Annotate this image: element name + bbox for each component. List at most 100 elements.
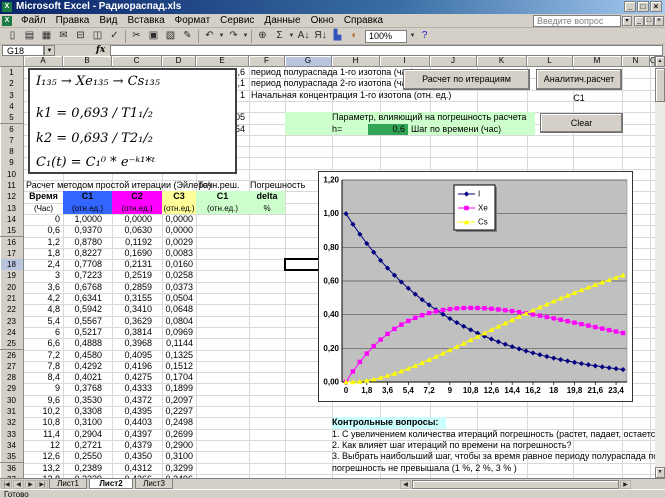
table-cell[interactable]: 0,0504 bbox=[162, 293, 196, 304]
table-cell[interactable]: 0,2699 bbox=[162, 429, 196, 440]
scroll-up-icon[interactable]: ▲ bbox=[655, 56, 665, 67]
table-cell[interactable]: 0,0258 bbox=[162, 270, 196, 281]
hscroll-right-icon[interactable]: ▶ bbox=[620, 480, 631, 489]
table-cell[interactable]: 0,4266 bbox=[112, 474, 162, 478]
last-sheet-icon[interactable]: ▶| bbox=[37, 480, 48, 489]
column-header-F[interactable]: F bbox=[249, 56, 285, 67]
table-cell[interactable]: 6,6 bbox=[24, 338, 63, 349]
menu-item-6[interactable]: Сервис bbox=[215, 14, 259, 27]
param-desc[interactable]: период полураспада 1-го изотопа (час) bbox=[251, 67, 414, 78]
table-col-unit-6[interactable]: % bbox=[249, 203, 285, 214]
table-cell[interactable]: 0,2519 bbox=[112, 270, 162, 281]
sheet-tab-Лист1[interactable]: Лист1 bbox=[49, 479, 87, 489]
table-cell[interactable]: 0 bbox=[24, 214, 63, 225]
save-icon[interactable]: ▦ bbox=[38, 29, 55, 44]
table-cell[interactable]: 0,1144 bbox=[162, 338, 196, 349]
table-cell[interactable]: 3 bbox=[24, 270, 63, 281]
chart-wizard-icon[interactable]: ▙ bbox=[329, 29, 346, 44]
scroll-down-icon[interactable]: ▼ bbox=[655, 467, 665, 478]
column-header-A[interactable]: A bbox=[24, 56, 63, 67]
table-cell[interactable]: 5,4 bbox=[24, 316, 63, 327]
table-cell[interactable]: 0,0083 bbox=[162, 248, 196, 259]
table-cell[interactable]: 0,2859 bbox=[112, 282, 162, 293]
column-header-C[interactable]: C bbox=[112, 56, 162, 67]
menu-item-2[interactable]: Правка bbox=[51, 14, 95, 27]
table-cell[interactable]: 0,3496 bbox=[162, 474, 196, 478]
table-cell[interactable]: 0,1704 bbox=[162, 372, 196, 383]
table-cell[interactable]: 0,4372 bbox=[112, 395, 162, 406]
table-cell[interactable]: 0,6768 bbox=[63, 282, 112, 293]
redo-icon-dropdown[interactable]: ▼ bbox=[242, 33, 249, 39]
minimize-button[interactable]: _ bbox=[624, 1, 636, 12]
copy-icon[interactable]: ▣ bbox=[145, 29, 162, 44]
horizontal-scroll-thumb[interactable] bbox=[412, 480, 619, 489]
table-cell[interactable]: 0,4395 bbox=[112, 406, 162, 417]
column-header-K[interactable]: K bbox=[477, 56, 527, 67]
column-header-B[interactable]: B bbox=[63, 56, 112, 67]
table-cell[interactable]: 0,4312 bbox=[112, 463, 162, 474]
table-cell[interactable]: 4,8 bbox=[24, 304, 63, 315]
table-cell[interactable]: 10,8 bbox=[24, 417, 63, 428]
window-minimize-button[interactable]: _ bbox=[634, 16, 644, 26]
table-cell[interactable]: 0,3968 bbox=[112, 338, 162, 349]
table-cell[interactable]: 0,4403 bbox=[112, 417, 162, 428]
hyperlink-icon[interactable]: ⊕ bbox=[254, 29, 271, 44]
table-cell[interactable]: 0,2721 bbox=[63, 440, 112, 451]
close-button[interactable]: × bbox=[650, 1, 662, 12]
table-cell[interactable]: 0,3299 bbox=[162, 463, 196, 474]
table-cell[interactable]: 0,6341 bbox=[63, 293, 112, 304]
table-cell[interactable]: 0,1325 bbox=[162, 350, 196, 361]
table-cell[interactable]: 0,4021 bbox=[63, 372, 112, 383]
table-cell[interactable]: 0,2297 bbox=[162, 406, 196, 417]
sheet-tab-Лист3[interactable]: Лист3 bbox=[135, 479, 173, 489]
menu-item-4[interactable]: Вставка bbox=[122, 14, 169, 27]
table-col-name-1[interactable]: Время bbox=[24, 191, 63, 202]
first-sheet-icon[interactable]: |◀ bbox=[1, 480, 12, 489]
table-col-name-4[interactable]: С3 bbox=[162, 191, 196, 202]
column-header-J[interactable]: J bbox=[430, 56, 477, 67]
table-cell[interactable]: 0,0000 bbox=[162, 225, 196, 236]
table-col-name-2[interactable]: С1 bbox=[63, 191, 112, 202]
table-col-unit-4[interactable]: (отн.ед.) bbox=[162, 203, 196, 214]
h-value-cell[interactable]: 0,6 bbox=[368, 124, 408, 135]
menu-item-9[interactable]: Справка bbox=[339, 14, 388, 27]
column-header-D[interactable]: D bbox=[162, 56, 196, 67]
table-cell[interactable]: 0,2900 bbox=[162, 440, 196, 451]
worksheet-grid[interactable]: ABCDEFGHIJKLMNO1234567891011121314151617… bbox=[0, 56, 655, 478]
table-cell[interactable]: 0,4379 bbox=[112, 440, 162, 451]
table-col-name-5[interactable]: С1 bbox=[196, 191, 249, 202]
table-cell[interactable]: 0,3768 bbox=[63, 383, 112, 394]
drawing-icon[interactable]: ◐ bbox=[346, 29, 363, 44]
new-document-icon[interactable]: ▯ bbox=[4, 29, 21, 44]
help-icon[interactable]: ? bbox=[416, 29, 433, 44]
column-header-G[interactable]: G bbox=[285, 56, 332, 67]
column-header-I[interactable]: I bbox=[380, 56, 430, 67]
column-header-E[interactable]: E bbox=[196, 56, 249, 67]
table-cell[interactable]: 7,2 bbox=[24, 350, 63, 361]
table-cell[interactable]: 0,1899 bbox=[162, 383, 196, 394]
name-box[interactable]: G18 bbox=[2, 45, 44, 56]
table-cell[interactable]: 0,2550 bbox=[63, 451, 112, 462]
question-input[interactable]: Введите вопрос bbox=[533, 15, 621, 27]
hscroll-left-icon[interactable]: ◀ bbox=[400, 480, 411, 489]
table-cell[interactable]: 0,2097 bbox=[162, 395, 196, 406]
table-cell[interactable]: 3,6 bbox=[24, 282, 63, 293]
table-cell[interactable]: 12,6 bbox=[24, 451, 63, 462]
redo-icon[interactable]: ↷ bbox=[225, 29, 242, 44]
table-cell[interactable]: 1,2 bbox=[24, 237, 63, 248]
analytic-calc-button[interactable]: Аналитич.расчет С1 bbox=[536, 69, 622, 90]
vertical-scroll-thumb[interactable] bbox=[655, 68, 665, 102]
table-col-unit-5[interactable]: (отн.ед.) bbox=[196, 203, 249, 214]
zoom-select[interactable]: 100% bbox=[365, 30, 407, 43]
table-cell[interactable]: 0,3629 bbox=[112, 316, 162, 327]
table-cell[interactable]: 0,4580 bbox=[63, 350, 112, 361]
cut-icon[interactable]: ✂ bbox=[128, 29, 145, 44]
table-cell[interactable]: 1,8 bbox=[24, 248, 63, 259]
column-header-M[interactable]: M bbox=[573, 56, 622, 67]
column-header-N[interactable]: N bbox=[622, 56, 650, 67]
chart[interactable]: 0,000,200,400,600,801,001,2001,83,65,47,… bbox=[318, 171, 633, 402]
maximize-button[interactable]: □ bbox=[637, 1, 649, 12]
table-cell[interactable]: 6 bbox=[24, 327, 63, 338]
table-cell[interactable]: 12 bbox=[24, 440, 63, 451]
formula-input[interactable] bbox=[110, 45, 663, 56]
